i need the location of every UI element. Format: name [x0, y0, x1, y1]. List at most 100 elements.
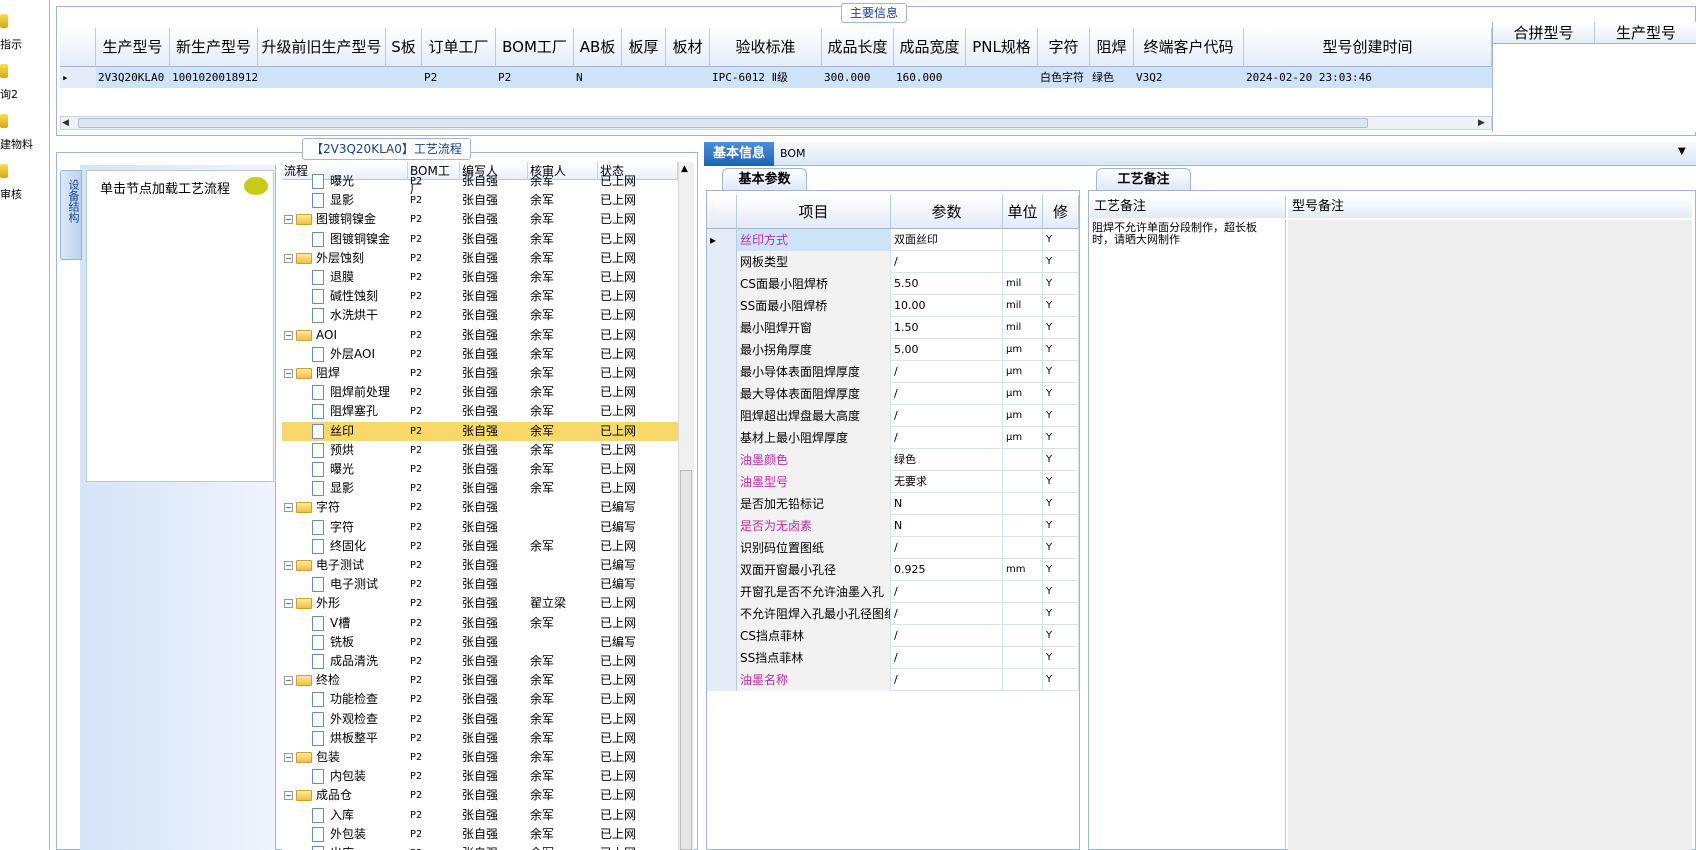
- param-value[interactable]: 10.00: [891, 295, 1003, 317]
- left-nav-item[interactable]: 审核: [0, 186, 22, 202]
- main-col-header[interactable]: 订单工厂: [422, 28, 496, 67]
- main-cell[interactable]: 2V3Q20KLA0: [96, 67, 170, 88]
- tree-row[interactable]: − 终检 P2 张自强 余军 已上网: [282, 671, 678, 690]
- tab-process-notes[interactable]: 工艺备注: [1096, 168, 1191, 190]
- main-col-header[interactable]: S板: [386, 28, 422, 67]
- param-value[interactable]: /: [891, 603, 1003, 625]
- tab-basic-info[interactable]: 基本信息: [704, 142, 774, 166]
- param-value[interactable]: N: [891, 515, 1003, 537]
- param-value[interactable]: /: [891, 361, 1003, 383]
- main-cell[interactable]: P2: [422, 67, 496, 88]
- main-cell[interactable]: 10010200189128: [170, 67, 258, 88]
- tree-row[interactable]: − 成品仓 P2 张自强 余军 已上网: [282, 786, 678, 805]
- tree-row[interactable]: 水洗烘干 P2 张自强 余军 已上网: [282, 306, 678, 325]
- param-row[interactable]: 开窗孔是否不允许油墨入孔 / Y: [707, 581, 1079, 603]
- tree-row[interactable]: 外层AOI P2 张自强 余军 已上网: [282, 345, 678, 364]
- param-value[interactable]: /: [891, 537, 1003, 559]
- row-selector-icon[interactable]: [707, 405, 737, 427]
- param-flag[interactable]: Y: [1043, 383, 1079, 405]
- param-flag[interactable]: Y: [1043, 449, 1079, 471]
- vertical-scroll-thumb[interactable]: [680, 470, 692, 850]
- param-flag[interactable]: Y: [1043, 647, 1079, 669]
- tree-row[interactable]: 烘板整平 P2 张自强 余军 已上网: [282, 729, 678, 748]
- left-nav-item[interactable]: 询2: [0, 86, 18, 102]
- param-flag[interactable]: Y: [1043, 537, 1079, 559]
- tree-row[interactable]: 出库P2张自强余军已上网: [282, 844, 678, 850]
- tree-row[interactable]: − 包装 P2 张自强 余军 已上网: [282, 748, 678, 767]
- main-col-header[interactable]: 成品长度: [822, 28, 894, 67]
- main-col-header[interactable]: 成品宽度: [894, 28, 966, 67]
- tree-row[interactable]: 外包装 P2 张自强 余军 已上网: [282, 825, 678, 844]
- scroll-right-icon[interactable]: ▶: [1478, 118, 1485, 128]
- main-cell[interactable]: P2: [496, 67, 574, 88]
- main-cell[interactable]: [966, 67, 1038, 88]
- param-flag[interactable]: Y: [1043, 625, 1079, 647]
- main-cell[interactable]: N: [574, 67, 622, 88]
- param-row[interactable]: CS挡点菲林 / Y: [707, 625, 1079, 647]
- row-selector-icon[interactable]: [707, 383, 737, 405]
- main-cell[interactable]: V3Q2: [1134, 67, 1244, 88]
- row-selector-icon[interactable]: ▸: [707, 229, 737, 251]
- param-flag[interactable]: Y: [1043, 405, 1079, 427]
- param-row[interactable]: SS面最小阻焊桥 10.00 mil Y: [707, 295, 1079, 317]
- param-flag[interactable]: Y: [1043, 317, 1079, 339]
- process-note-field[interactable]: [1090, 220, 1286, 850]
- param-row[interactable]: SS挡点菲林 / Y: [707, 647, 1079, 669]
- param-flag[interactable]: Y: [1043, 559, 1079, 581]
- main-col-header[interactable]: 板厚: [622, 28, 666, 67]
- param-row[interactable]: ▸ 丝印方式 双面丝印 Y: [707, 229, 1079, 251]
- tree-row[interactable]: 显影 P2 张自强 余军 已上网: [282, 191, 678, 210]
- tree-row[interactable]: − 外形 P2 张自强 翟立梁 已上网: [282, 594, 678, 613]
- param-value[interactable]: 5.00: [891, 339, 1003, 361]
- param-flag[interactable]: Y: [1043, 581, 1079, 603]
- row-selector-icon[interactable]: [707, 493, 737, 515]
- param-value[interactable]: /: [891, 405, 1003, 427]
- param-flag[interactable]: Y: [1043, 493, 1079, 515]
- process-nav-box[interactable]: [86, 170, 274, 482]
- main-col-header[interactable]: 新生产型号: [170, 28, 258, 67]
- main-cell[interactable]: 160.000: [894, 67, 966, 88]
- tree-row[interactable]: 功能检查 P2 张自强 余军 已上网: [282, 690, 678, 709]
- param-value[interactable]: 5.50: [891, 273, 1003, 295]
- row-selector-icon[interactable]: [707, 273, 737, 295]
- tree-row[interactable]: − 外层蚀刻 P2 张自强 余军 已上网: [282, 249, 678, 268]
- collapse-toggle-icon[interactable]: −: [284, 253, 293, 263]
- main-col-header[interactable]: 验收标准: [710, 28, 822, 67]
- main-cell[interactable]: 2024-02-20 23:03:46: [1244, 67, 1492, 88]
- scroll-left-icon[interactable]: ◀: [62, 118, 69, 128]
- collapse-toggle-icon[interactable]: −: [284, 676, 293, 686]
- nav-item-icon[interactable]: [0, 14, 8, 28]
- collapse-toggle-icon[interactable]: −: [284, 503, 293, 513]
- main-col-header[interactable]: 生产型号: [96, 28, 170, 67]
- scroll-up-icon[interactable]: ▲: [681, 164, 688, 174]
- tree-row[interactable]: 字符 P2 张自强 已编写: [282, 518, 678, 537]
- tab-dropdown-icon[interactable]: ▼: [1678, 146, 1686, 157]
- param-flag[interactable]: Y: [1043, 427, 1079, 449]
- row-selector-icon[interactable]: [707, 625, 737, 647]
- param-row[interactable]: 油墨型号 无要求 Y: [707, 471, 1079, 493]
- tree-row[interactable]: 丝印 P2 张自强 余军 已上网: [282, 421, 678, 441]
- collapse-toggle-icon[interactable]: −: [284, 369, 293, 378]
- tree-row[interactable]: 入库 P2 张自强 余军 已上网: [282, 806, 678, 825]
- tree-row[interactable]: 终固化 P2 张自强 余军 已上网: [282, 537, 678, 556]
- main-cell[interactable]: [666, 67, 710, 88]
- param-flag[interactable]: Y: [1043, 229, 1079, 251]
- param-row[interactable]: 阻焊超出焊盘最大高度 / μm Y: [707, 405, 1079, 427]
- main-cell[interactable]: 白色字符: [1038, 67, 1090, 88]
- tree-row[interactable]: 碱性蚀刻 P2 张自强 余军 已上网: [282, 287, 678, 306]
- row-selector-icon[interactable]: [707, 427, 737, 449]
- main-cell[interactable]: [258, 67, 386, 88]
- main-cell[interactable]: [622, 67, 666, 88]
- main-cell[interactable]: 300.000: [822, 67, 894, 88]
- param-value[interactable]: /: [891, 251, 1003, 273]
- tree-row[interactable]: 显影 P2 张自强 余军 已上网: [282, 479, 678, 498]
- row-selector-icon[interactable]: [707, 559, 737, 581]
- row-selector-icon[interactable]: ▸: [60, 67, 96, 88]
- param-value[interactable]: /: [891, 669, 1003, 691]
- main-col-header[interactable]: 阻焊: [1090, 28, 1134, 67]
- nav-item-icon[interactable]: [0, 64, 8, 78]
- row-selector-icon[interactable]: [707, 361, 737, 383]
- row-selector-icon[interactable]: [707, 317, 737, 339]
- tree-row[interactable]: − 图镀铜镍金 P2 张自强 余军 已上网: [282, 210, 678, 229]
- tree-row[interactable]: − 电子测试 P2 张自强 已编写: [282, 556, 678, 575]
